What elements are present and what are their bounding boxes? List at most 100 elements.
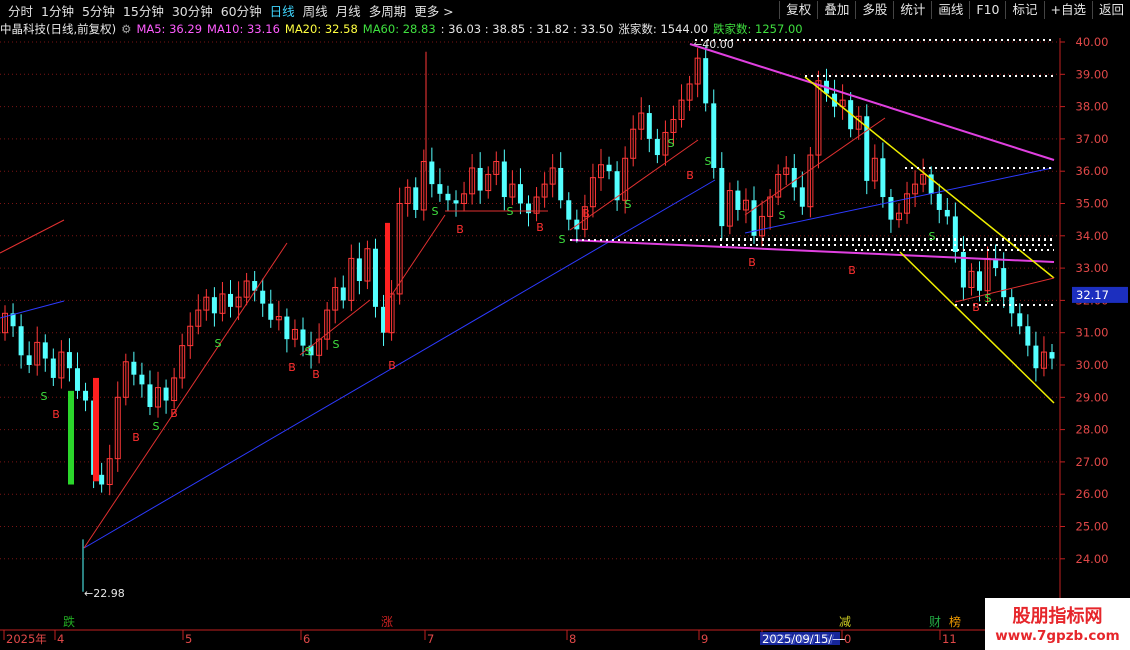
- candle-body: [646, 113, 652, 139]
- candle-body: [300, 329, 306, 346]
- y-tick-label: 25.00: [1076, 520, 1109, 534]
- x-tick-label: 4: [57, 632, 64, 646]
- watermark-title: 股朋指标网: [1012, 606, 1103, 627]
- candle-body: [719, 167, 725, 227]
- event-marker: 减: [839, 615, 851, 629]
- candle-body: [1025, 326, 1031, 346]
- y-tick-label: 31.00: [1076, 326, 1109, 340]
- candlestick-chart[interactable]: 40.00 39.00 38.00 37.00 36.00 35.00 34.00 33.00…: [0, 0, 1130, 650]
- y-tick-label: 34.00: [1076, 229, 1109, 243]
- yellow-channel-top: [804, 76, 1055, 279]
- event-marker: 跌: [63, 614, 75, 629]
- signal-sell: S: [305, 345, 312, 358]
- low-price-label: ←22.98: [84, 587, 125, 600]
- candle-body: [606, 164, 612, 172]
- candle-body: [372, 248, 378, 307]
- signal-sell: S: [779, 209, 786, 222]
- candle-body: [1033, 345, 1039, 369]
- candle-body: [284, 316, 290, 340]
- candle-body: [477, 167, 483, 191]
- candle-body: [1001, 268, 1007, 298]
- y-tick-label: 27.00: [1076, 455, 1109, 469]
- candle-body: [711, 103, 717, 168]
- candle-body: [880, 158, 886, 198]
- candle-body: [66, 352, 72, 369]
- x-tick-label: 0: [844, 632, 851, 646]
- candle-body: [340, 287, 346, 301]
- candle-body: [437, 184, 443, 194]
- yellow-channel-bottom: [899, 251, 1055, 404]
- red-trend-line: [0, 219, 65, 254]
- signal-buy: B: [388, 359, 396, 372]
- event-marker: 榜: [949, 614, 961, 629]
- candle-body: [566, 200, 572, 220]
- candle-body-large-up: [93, 377, 99, 482]
- event-marker: 涨: [381, 614, 393, 629]
- date-highlight-label: 2025/09/15/—: [762, 632, 844, 646]
- candle-body: [268, 303, 274, 320]
- candle-body: [952, 216, 958, 252]
- signal-buy: B: [748, 256, 756, 269]
- signal-buy: B: [686, 169, 694, 182]
- signal-sell: S: [625, 198, 632, 211]
- candle-body: [888, 197, 894, 220]
- candle-body: [799, 187, 805, 207]
- signal-sell: S: [985, 292, 992, 305]
- candle-body: [1017, 313, 1023, 327]
- candle-body: [42, 342, 48, 359]
- candle-body: [977, 271, 983, 291]
- signal-sell: S: [559, 233, 566, 246]
- y-tick-label: 29.00: [1076, 390, 1109, 404]
- signal-buy: B: [132, 431, 140, 444]
- candle-body: [356, 258, 362, 282]
- candle-body: [1049, 352, 1055, 359]
- candle-body: [526, 203, 531, 214]
- signal-sell: S: [668, 137, 675, 150]
- signal-buy: B: [456, 223, 464, 236]
- signal-buy: B: [170, 407, 178, 420]
- candle-body: [131, 361, 137, 375]
- candle-body: [413, 187, 419, 210]
- candle-body: [99, 474, 105, 485]
- candle-body: [501, 161, 507, 198]
- candle-body: [429, 161, 435, 185]
- candle-body: [139, 374, 145, 385]
- y-tick-label: 37.00: [1076, 132, 1109, 146]
- x-tick-label: 8: [569, 632, 576, 646]
- y-tick-label: 36.00: [1076, 164, 1109, 178]
- x-tick-label: 11: [942, 632, 957, 646]
- candle-body: [944, 209, 950, 217]
- candle-body: [445, 193, 451, 201]
- signal-sell: S: [432, 205, 439, 218]
- candle-body: [558, 167, 564, 201]
- candle-body: [74, 368, 80, 391]
- candle-body: [735, 190, 741, 210]
- x-tick-label: 7: [427, 632, 434, 646]
- x-tick-label: 5: [185, 632, 192, 646]
- red-trend-line: [384, 214, 446, 306]
- signal-sell: S: [215, 337, 222, 350]
- y-tick-label: 30.00: [1076, 358, 1109, 372]
- event-marker: 财: [929, 615, 941, 629]
- signal-sell: S: [153, 420, 160, 433]
- candle-body: [83, 390, 89, 401]
- candle-body: [18, 326, 24, 356]
- candle-body: [453, 200, 459, 204]
- x-tick-label: 9: [701, 632, 708, 646]
- candle-body: [654, 138, 660, 156]
- candle-body-large-down: [68, 390, 74, 485]
- y-tick-label: 38.00: [1076, 100, 1109, 114]
- site-watermark: 股朋指标网 www.7gpzb.com: [985, 598, 1130, 650]
- signal-buy: B: [312, 368, 320, 381]
- candle-body: [260, 290, 266, 304]
- y-tick-label: 24.00: [1076, 552, 1109, 566]
- y-tick-label: 40.00: [1076, 35, 1109, 49]
- candle-body: [791, 167, 797, 188]
- candle-body: [517, 184, 523, 204]
- blue-trend-line-left: [0, 300, 65, 319]
- candle-body: [163, 387, 169, 401]
- candle-body: [228, 293, 234, 307]
- signal-buy: B: [288, 361, 296, 374]
- signal-buy: B: [582, 207, 590, 220]
- signal-buy: B: [52, 408, 60, 421]
